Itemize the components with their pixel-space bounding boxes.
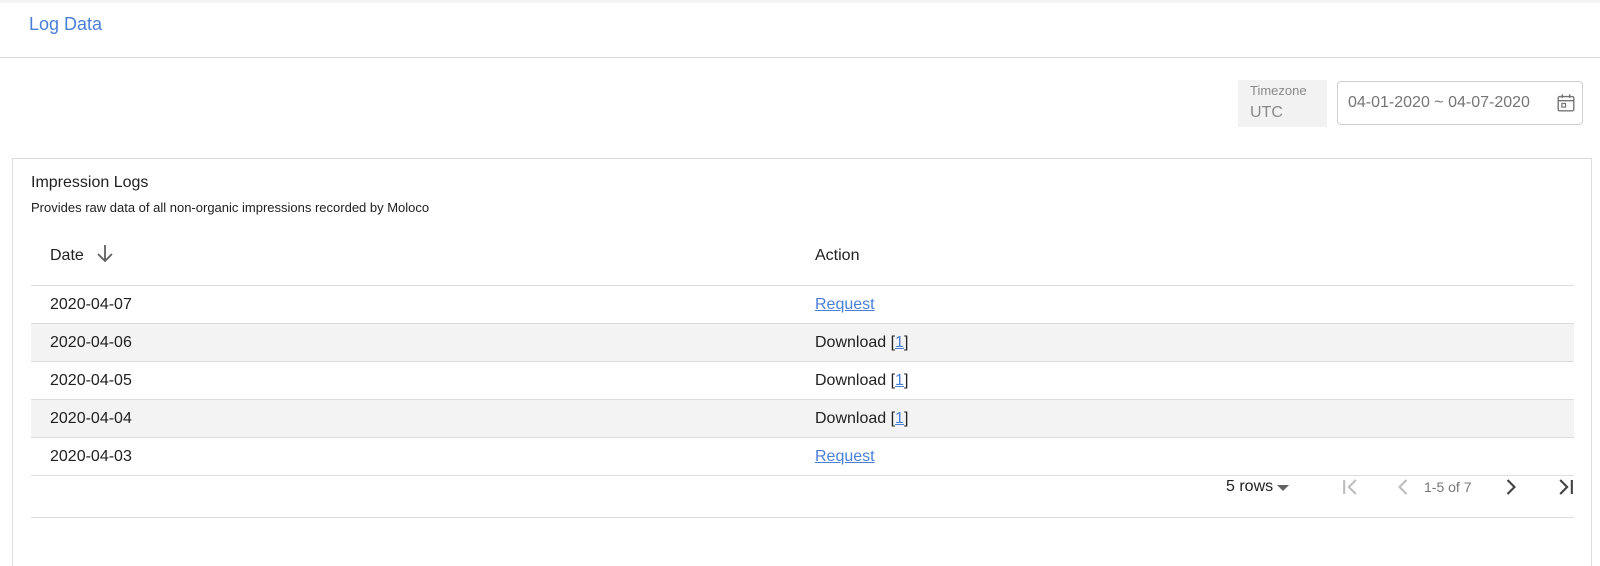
last-page-icon[interactable] xyxy=(1552,473,1580,501)
impression-logs-card: Impression Logs Provides raw data of all… xyxy=(12,158,1592,566)
timezone-label: Timezone xyxy=(1250,83,1307,98)
date-range-picker[interactable]: 04-01-2020 ~ 04-07-2020 xyxy=(1337,81,1583,125)
table-row: 2020-04-05 Download [1] xyxy=(31,362,1574,400)
table-header: Date Action xyxy=(31,228,1574,286)
table-row: 2020-04-04 Download [1] xyxy=(31,400,1574,438)
pagination-range: 1-5 of 7 xyxy=(1424,479,1472,495)
download-file-link[interactable]: 1 xyxy=(895,410,904,427)
card-subtitle: Provides raw data of all non-organic imp… xyxy=(31,200,430,215)
timezone-selector[interactable]: Timezone UTC xyxy=(1238,80,1327,127)
table-row: 2020-04-07 Request xyxy=(31,286,1574,324)
row-date: 2020-04-06 xyxy=(50,334,132,351)
download-label: Download xyxy=(815,334,887,351)
chevron-left-icon[interactable] xyxy=(1389,473,1417,501)
date-range-value: 04-01-2020 ~ 04-07-2020 xyxy=(1348,94,1530,111)
table-pagination: 5 rows 1-5 of 7 xyxy=(31,456,1574,518)
calendar-icon[interactable] xyxy=(1555,92,1577,114)
first-page-icon[interactable] xyxy=(1336,473,1364,501)
row-date: 2020-04-07 xyxy=(50,296,132,313)
row-date: 2020-04-04 xyxy=(50,410,132,427)
page-header: Log Data xyxy=(0,0,1600,58)
page-title: Log Data xyxy=(29,14,103,34)
caret-down-icon xyxy=(1277,485,1289,491)
logs-table: Date Action 2020-04-07 Request 2020-04-0… xyxy=(31,228,1574,476)
timezone-value: UTC xyxy=(1250,104,1283,121)
column-header-date[interactable]: Date xyxy=(50,247,84,265)
arrow-down-icon[interactable] xyxy=(93,241,117,265)
row-date: 2020-04-05 xyxy=(50,372,132,389)
card-title: Impression Logs xyxy=(31,174,149,191)
row-action: Download [1] xyxy=(815,372,909,389)
row-action: Request xyxy=(815,296,875,314)
chevron-right-icon[interactable] xyxy=(1497,473,1525,501)
download-label: Download xyxy=(815,410,887,427)
column-header-action: Action xyxy=(815,247,860,264)
table-row: 2020-04-06 Download [1] xyxy=(31,324,1574,362)
download-file-link[interactable]: 1 xyxy=(895,334,904,351)
rows-per-page-value: 5 rows xyxy=(1226,478,1274,495)
request-link[interactable]: Request xyxy=(815,296,875,313)
row-action: Download [1] xyxy=(815,334,909,351)
download-file-link[interactable]: 1 xyxy=(895,372,904,389)
download-label: Download xyxy=(815,372,887,389)
row-action: Download [1] xyxy=(815,410,909,427)
